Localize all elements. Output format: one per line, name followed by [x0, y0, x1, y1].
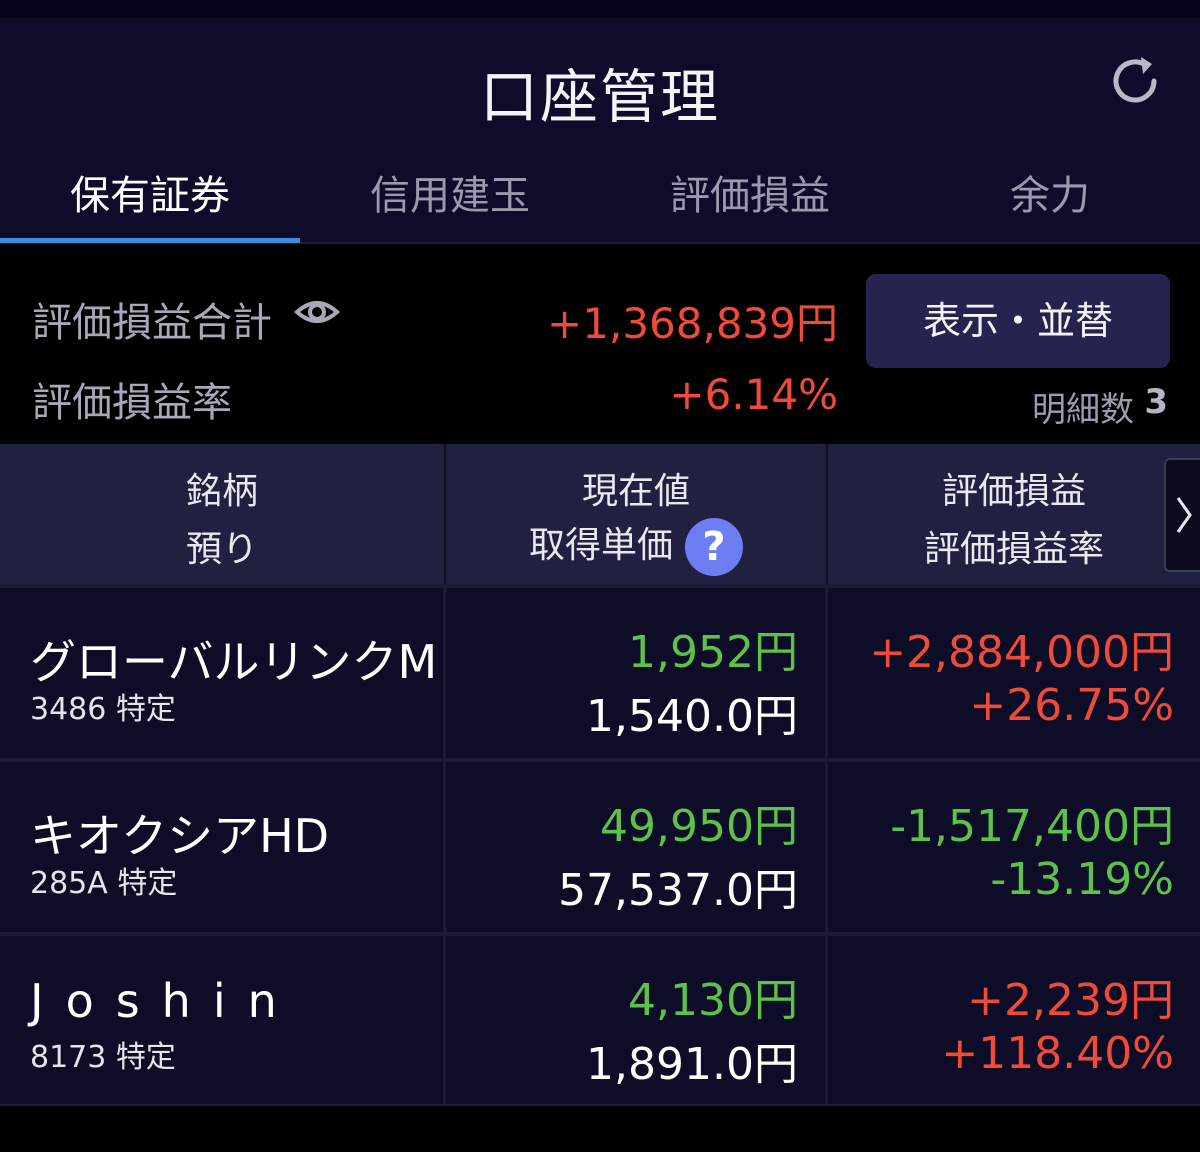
current-price: 4,130円	[628, 975, 798, 1026]
column-divider	[443, 936, 446, 1106]
profit-loss-rate: -13.19%	[990, 854, 1174, 905]
item-count-value: 3	[1144, 382, 1168, 422]
help-icon[interactable]: ?	[685, 518, 743, 576]
acquisition-price: 1,891.0円	[586, 1039, 798, 1090]
pl-rate-label: 評価損益率	[32, 380, 232, 426]
profit-loss: +2,884,000円	[869, 627, 1174, 678]
header-pl-label: 評価損益	[941, 471, 1086, 512]
header-col-symbol[interactable]: 銘柄 預り	[0, 444, 444, 586]
profit-loss-rate: +26.75%	[969, 680, 1174, 731]
table-header: 銘柄 預り 現在値 取得単価? 評価損益 評価損益率	[0, 444, 1200, 586]
column-divider	[443, 588, 446, 758]
page-title: 口座管理	[479, 63, 720, 131]
next-columns-button[interactable]	[1164, 458, 1200, 572]
stock-code: 8173 特定	[30, 1040, 176, 1075]
item-count-label: 明細数	[1032, 390, 1134, 430]
tab-bar: 保有証券 信用建玉 評価損益 余力	[0, 146, 1200, 244]
total-pl-label: 評価損益合計	[32, 300, 272, 346]
header-symbol-label: 銘柄	[185, 471, 258, 512]
total-pl-value: +1,368,839円	[547, 299, 838, 348]
column-divider	[825, 762, 828, 932]
status-strip	[0, 0, 1200, 18]
header-divider	[826, 444, 828, 586]
tab-holdings[interactable]: 保有証券	[0, 146, 300, 244]
active-tab-indicator	[0, 238, 300, 243]
chevron-right-icon	[1176, 497, 1192, 533]
profit-loss: -1,517,400円	[890, 801, 1174, 852]
tab-profit-loss[interactable]: 評価損益	[600, 146, 900, 244]
table-row[interactable]: キオクシアHD 285A 特定 49,950円 57,537.0円 -1,517…	[0, 762, 1200, 932]
header-col-pl[interactable]: 評価損益 評価損益率	[828, 444, 1200, 586]
header-acquisition-price-label: 取得単価	[528, 525, 673, 566]
header-col-price[interactable]: 現在値 取得単価?	[446, 444, 826, 586]
refresh-icon[interactable]	[1108, 54, 1162, 108]
stock-name: Joshin	[30, 974, 299, 1028]
header-current-price-label: 現在値	[581, 471, 690, 512]
summary-panel: 評価損益合計 +1,368,839円 評価損益率 +6.14% 表示・並替 明細…	[0, 244, 1200, 444]
profit-loss-rate: +118.40%	[941, 1028, 1174, 1079]
account-management-screen: 口座管理 保有証券 信用建玉 評価損益 余力 評価損益合計 +1,368,839…	[0, 0, 1200, 1152]
stock-name: グローバルリンクM	[30, 635, 438, 689]
stock-code: 3486 特定	[30, 692, 176, 727]
tab-buying-power[interactable]: 余力	[900, 146, 1200, 244]
profit-loss: +2,239円	[967, 975, 1174, 1026]
header-custody-label: 預り	[185, 529, 258, 570]
tab-margin-positions[interactable]: 信用建玉	[300, 146, 600, 244]
column-divider	[825, 588, 828, 758]
stock-name: キオクシアHD	[30, 809, 330, 863]
display-sort-button[interactable]: 表示・並替	[866, 274, 1170, 368]
column-divider	[825, 936, 828, 1106]
bottom-area	[0, 1106, 1200, 1152]
header: 口座管理 保有証券 信用建玉 評価損益 余力	[0, 18, 1200, 244]
table-row[interactable]: Joshin 8173 特定 4,130円 1,891.0円 +2,239円 +…	[0, 936, 1200, 1106]
current-price: 1,952円	[628, 627, 798, 678]
stock-code: 285A 特定	[30, 866, 178, 901]
acquisition-price: 57,537.0円	[558, 865, 798, 916]
header-pl-rate-label: 評価損益率	[923, 529, 1104, 570]
header-divider	[444, 444, 446, 586]
acquisition-price: 1,540.0円	[586, 691, 798, 742]
current-price: 49,950円	[600, 801, 798, 852]
pl-rate-value: +6.14%	[669, 370, 838, 419]
column-divider	[443, 762, 446, 932]
table-row[interactable]: グローバルリンクM 3486 特定 1,952円 1,540.0円 +2,884…	[0, 588, 1200, 758]
eye-icon[interactable]	[294, 294, 340, 330]
